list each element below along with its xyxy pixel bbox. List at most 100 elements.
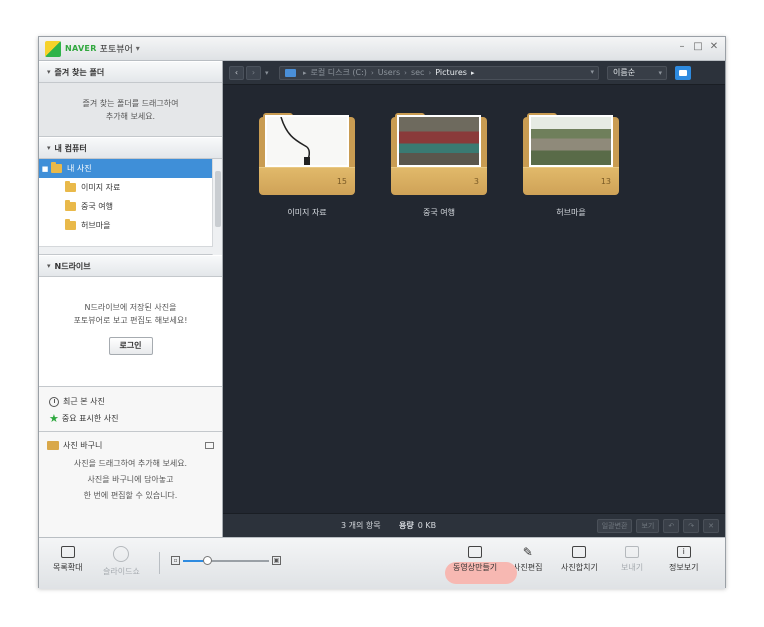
photo-basket: 사진 바구니 사진을 드래그하여 추가해 보세요. 사진을 바구니에 담아놓고 … [39,432,222,510]
breadcrumb-item-sec[interactable]: sec [411,68,425,77]
folder-preview-image [529,115,613,167]
zoom-track[interactable] [183,555,269,565]
basket-hint-line3: 한 번에 편집할 수 있습니다. [83,491,178,500]
minimize-button[interactable]: – [677,41,687,52]
folder-thumbnail[interactable]: 13 [523,113,619,195]
path-dropdown-icon[interactable]: ▾ [590,68,594,76]
folder-icon [65,181,76,192]
recent-photos-link[interactable]: 최근 본 사진 [49,393,222,410]
folder-name[interactable]: 중국 여행 [391,207,487,218]
breadcrumb-separator-icon[interactable]: ▸ [471,69,475,77]
title-bar: NAVER 포토뷰어 ▾ – □ ✕ [39,37,725,61]
tree-item-image-assets[interactable]: 이미지 자료 [39,178,222,197]
make-video-button[interactable]: 동영상만들기 [444,546,518,584]
photo-merge-button[interactable]: 사진합치기 [561,546,598,573]
title-menu-caret-icon[interactable]: ▾ [136,44,140,53]
zoom-out-icon[interactable]: ▫ [171,556,180,565]
photo-edit-button[interactable]: ✎ 사진편집 [513,546,542,573]
favorites-title: 즐겨 찾는 폴더 [54,67,105,77]
scrollbar-thumb[interactable] [215,171,221,227]
folder-item[interactable]: 15 이미지 자료 [259,113,355,218]
path-breadcrumb[interactable]: ▸ 로컬 디스크 (C:) › Users › sec › Pictures ▸… [279,65,599,80]
close-button[interactable]: ✕ [709,41,719,52]
collapse-caret-icon[interactable]: ▾ [47,68,51,76]
rotate-left-button[interactable]: ↶ [663,519,680,533]
recent-photos-label: 최근 본 사진 [63,397,105,406]
size-value: 0 KB [417,521,437,530]
tree-item-my-photos[interactable]: ■ 내 사진 [39,159,222,178]
favorites-hint-line2: 추가해 보세요. [105,111,156,121]
breadcrumb-item-pictures[interactable]: Pictures [435,68,467,77]
folder-preview-image [397,115,481,167]
zoom-slider[interactable]: ▫ ▣ [171,555,281,565]
folder-thumbnail[interactable]: 3 [391,113,487,195]
folder-count: 15 [336,177,347,186]
info-button[interactable]: i 정보보기 [669,546,698,573]
starred-photos-link[interactable]: ★ 중요 표시한 사진 [49,410,222,427]
zoom-knob[interactable] [203,555,213,565]
magic-wand-icon: ✎ [522,545,533,559]
my-computer-title: 내 컴퓨터 [54,143,87,153]
photo-edit-label: 사진편집 [513,563,543,572]
merge-icon [572,546,587,558]
tree-item-china-trip[interactable]: 중국 여행 [39,197,222,216]
sort-select-value: 이름순 [613,67,636,77]
folder-icon [65,200,76,211]
my-computer-header[interactable]: ▾ 내 컴퓨터 [39,137,222,159]
forward-button[interactable]: › [246,65,261,80]
tree-collapse-icon[interactable]: ■ [39,165,51,173]
ndrive-panel: N드라이브에 저장된 사진을 포토뷰어로 보고 편집도 해보세요! 로그인 [39,277,222,387]
breadcrumb-item-users[interactable]: Users [378,68,400,77]
tree-item-label: 내 사진 [67,164,92,173]
status-bar: 3 개의 항목 용량 0 KB 일괄변환 보기 ↶ ↷ ✕ [223,513,725,537]
bottom-toolbar: 목록확대 슬라이드쇼 ▫ ▣ 동영상만들기 ✎ 사진편집 사진합치기 보내기 i… [39,537,725,589]
sort-select[interactable]: 이름순 ▾ [607,65,667,80]
list-expand-button[interactable]: 목록확대 [53,546,82,573]
navigation-bar: ‹ › ▾ ▸ 로컬 디스크 (C:) › Users › sec › Pict… [223,61,725,85]
tree-item-label: 중국 여행 [81,202,113,211]
earphone-preview-image [280,117,311,165]
history-dropdown-icon[interactable]: ▾ [265,69,275,77]
folder-name[interactable]: 허브마을 [523,207,619,218]
breadcrumb-separator-icon[interactable]: › [371,69,374,77]
send-button[interactable]: 보내기 [621,546,643,573]
chevron-down-icon: ▾ [658,68,662,77]
folder-count: 3 [473,177,479,186]
collapse-caret-icon[interactable]: ▾ [47,262,51,270]
zoom-track-rest [207,559,269,562]
tree-vertical-scrollbar[interactable] [212,159,222,255]
quick-links: 최근 본 사진 ★ 중요 표시한 사진 [39,387,222,432]
folder-item[interactable]: 13 허브마을 [523,113,619,218]
slideshow-button[interactable]: 슬라이드쇼 [103,546,140,577]
app-title[interactable]: 포토뷰어 [100,42,133,55]
delete-button[interactable]: ✕ [703,519,719,533]
rotate-right-button[interactable]: ↷ [683,519,700,533]
favorites-drop-area[interactable]: 즐겨 찾는 폴더를 드래그하여 추가해 보세요. [39,83,222,137]
tree-item-herb-village[interactable]: 허브마을 [39,216,222,235]
folder-icon [51,162,62,173]
breadcrumb-separator-icon[interactable]: › [404,69,407,77]
collapse-caret-icon[interactable]: ▾ [47,144,51,152]
basket-detach-icon[interactable] [205,441,214,449]
ndrive-header[interactable]: ▾ N드라이브 [39,255,222,277]
tree-horizontal-scrollbar[interactable] [39,246,213,254]
basket-drop-area[interactable]: 사진을 드래그하여 추가해 보세요. 사진을 바구니에 담아놓고 한 번에 편집… [47,456,214,504]
breadcrumb-item-drive[interactable]: 로컬 디스크 (C:) [311,67,367,78]
size-label: 용량 [399,521,414,530]
folder-preview-image [265,115,349,167]
breadcrumb-separator-icon[interactable]: ▸ [303,69,307,77]
view-mode-button[interactable] [675,65,691,80]
back-button[interactable]: ‹ [229,65,244,80]
maximize-button[interactable]: □ [693,41,703,52]
folder-item[interactable]: 3 중국 여행 [391,113,487,218]
view-button[interactable]: 보기 [636,519,660,533]
zoom-in-icon[interactable]: ▣ [272,556,281,565]
folder-thumbnail[interactable]: 15 [259,113,355,195]
batch-convert-button[interactable]: 일괄변환 [596,519,633,533]
favorites-header[interactable]: ▾ 즐겨 찾는 폴더 [39,61,222,83]
photo-merge-label: 사진합치기 [561,563,598,572]
folder-name[interactable]: 이미지 자료 [259,207,355,218]
breadcrumb-separator-icon[interactable]: › [428,69,431,77]
window-controls: – □ ✕ [677,41,719,52]
login-button[interactable]: 로그인 [108,337,153,355]
